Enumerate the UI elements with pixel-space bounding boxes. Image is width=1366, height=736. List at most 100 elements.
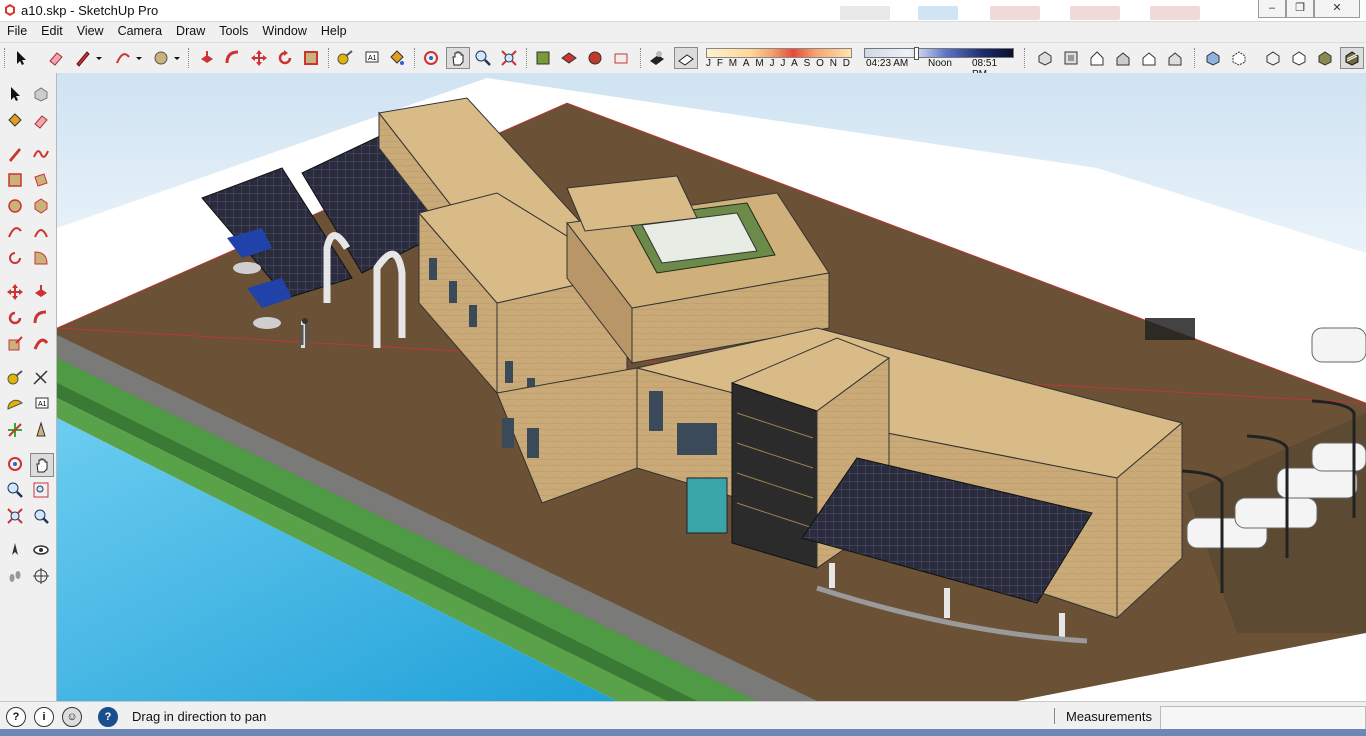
rotate-icon[interactable]	[4, 307, 26, 329]
measurements-input[interactable]	[1160, 706, 1366, 730]
push-pull-icon[interactable]	[30, 281, 52, 303]
arc-icon[interactable]	[4, 221, 26, 243]
chevron-down-icon[interactable]	[134, 48, 144, 68]
shadow-time-slider[interactable]: 04:23 AM Noon 08:51 PM	[864, 47, 1014, 80]
rotate-icon[interactable]	[274, 48, 296, 68]
menu-view[interactable]: View	[70, 22, 111, 41]
menu-camera[interactable]: Camera	[111, 22, 169, 41]
offset-icon[interactable]	[30, 333, 52, 355]
3d-warehouse-icon[interactable]	[532, 48, 554, 68]
time-gradient-bar[interactable]	[864, 48, 1014, 58]
axes-icon[interactable]	[4, 419, 26, 441]
hidden-line-icon[interactable]	[1288, 48, 1310, 68]
paint-bucket-icon[interactable]	[4, 110, 26, 132]
menu-edit[interactable]: Edit	[34, 22, 70, 41]
toolbar-grip[interactable]	[640, 48, 644, 68]
zoom-icon[interactable]	[472, 48, 494, 68]
menu-tools[interactable]: Tools	[212, 22, 255, 41]
maximize-button[interactable]: ❐	[1286, 0, 1314, 18]
move-icon[interactable]	[4, 281, 26, 303]
follow-me-icon[interactable]	[30, 307, 52, 329]
3d-text-icon[interactable]	[30, 419, 52, 441]
toolbar-grip[interactable]	[188, 48, 192, 68]
toolbar-grip[interactable]	[1194, 48, 1198, 68]
text-icon[interactable]: A1	[30, 393, 52, 415]
zoom-icon[interactable]	[4, 479, 26, 501]
right-view-icon[interactable]	[1112, 48, 1134, 68]
zoom-window-icon[interactable]	[30, 479, 52, 501]
arc-icon[interactable]	[112, 48, 134, 68]
walk-icon[interactable]	[4, 565, 26, 587]
shaded-icon[interactable]	[1314, 48, 1336, 68]
menu-help[interactable]: Help	[314, 22, 354, 41]
menu-file[interactable]: File	[0, 22, 34, 41]
help-icon[interactable]: ?	[98, 707, 118, 727]
left-view-icon[interactable]	[1164, 48, 1186, 68]
top-view-icon[interactable]	[1060, 48, 1082, 68]
close-button[interactable]: ✕	[1314, 0, 1360, 18]
component-icon[interactable]	[30, 83, 52, 105]
iso-view-icon[interactable]	[1034, 48, 1056, 68]
position-camera-icon[interactable]	[4, 539, 26, 561]
menu-draw[interactable]: Draw	[169, 22, 212, 41]
building-model-render[interactable]	[57, 73, 1366, 701]
extension-warehouse-icon[interactable]	[558, 48, 580, 68]
move-icon[interactable]	[248, 48, 270, 68]
pan-icon[interactable]	[30, 453, 54, 477]
eraser-icon[interactable]	[45, 48, 67, 68]
chevron-down-icon[interactable]	[94, 48, 104, 68]
follow-me-icon[interactable]	[222, 48, 244, 68]
front-view-icon[interactable]	[1086, 48, 1108, 68]
pencil-icon[interactable]	[72, 48, 94, 68]
orbit-icon[interactable]	[4, 453, 26, 475]
tape-measure-icon[interactable]	[4, 367, 26, 389]
fog-icon[interactable]	[674, 47, 698, 69]
freehand-icon[interactable]	[30, 143, 52, 165]
back-view-icon[interactable]	[1138, 48, 1160, 68]
toolbar-grip[interactable]	[414, 48, 418, 68]
back-edges-icon[interactable]	[1228, 48, 1250, 68]
offset-icon[interactable]	[300, 48, 322, 68]
time-slider-thumb[interactable]	[914, 47, 919, 60]
menu-window[interactable]: Window	[255, 22, 313, 41]
pan-icon[interactable]	[446, 47, 470, 69]
model-viewport[interactable]	[57, 73, 1366, 701]
previous-view-icon[interactable]	[30, 505, 52, 527]
circle-icon[interactable]	[4, 195, 26, 217]
textured-icon[interactable]	[1340, 47, 1364, 69]
orbit-icon[interactable]	[420, 48, 442, 68]
section-plane-icon[interactable]	[30, 565, 52, 587]
layout-icon[interactable]	[584, 48, 606, 68]
credits-icon[interactable]: i	[34, 707, 54, 727]
shadow-month-slider[interactable]: J F M A M J J A S O N D	[706, 47, 852, 71]
tape-measure-icon[interactable]	[334, 48, 356, 68]
select-icon[interactable]	[10, 48, 32, 68]
toolbar-grip[interactable]	[328, 48, 332, 68]
toolbar-grip[interactable]	[4, 48, 8, 68]
select-icon[interactable]	[4, 83, 26, 105]
geolocation-icon[interactable]: ?	[6, 707, 26, 727]
toolbar-grip[interactable]	[526, 48, 530, 68]
send-icon[interactable]	[610, 48, 632, 68]
month-gradient-bar[interactable]	[706, 48, 852, 58]
shadows-icon[interactable]	[646, 48, 668, 68]
xray-icon[interactable]	[1202, 48, 1224, 68]
minimize-button[interactable]: –	[1258, 0, 1286, 18]
circle-icon[interactable]	[150, 48, 172, 68]
rotated-rectangle-icon[interactable]	[30, 169, 52, 191]
polygon-icon[interactable]	[30, 195, 52, 217]
push-pull-icon[interactable]	[196, 48, 218, 68]
zoom-extents-icon[interactable]	[498, 48, 520, 68]
zoom-extents-icon[interactable]	[4, 505, 26, 527]
pie-icon[interactable]	[30, 247, 52, 269]
text-icon[interactable]: A1	[360, 48, 382, 68]
two-point-arc-icon[interactable]	[30, 221, 52, 243]
paint-bucket-icon[interactable]	[386, 48, 408, 68]
rectangle-icon[interactable]	[4, 169, 26, 191]
scale-icon[interactable]	[4, 333, 26, 355]
chevron-down-icon[interactable]	[172, 48, 182, 68]
protractor-icon[interactable]	[4, 393, 26, 415]
toolbar-grip[interactable]	[1024, 48, 1028, 68]
look-around-icon[interactable]	[30, 539, 52, 561]
line-icon[interactable]	[4, 143, 26, 165]
